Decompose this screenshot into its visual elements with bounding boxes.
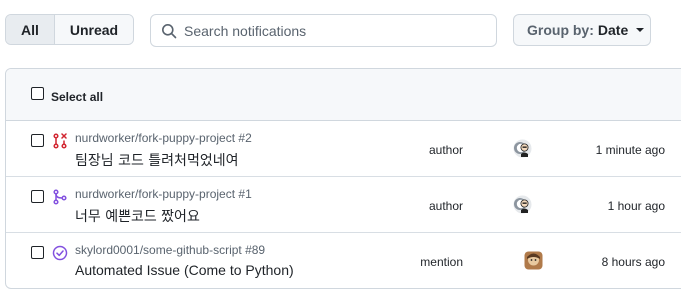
triangle-down-icon [636, 28, 645, 32]
repo-name[interactable]: skylord0001/some-github-script #89 [75, 243, 265, 257]
row-checkbox[interactable] [31, 134, 44, 147]
notification-title[interactable]: 너무 예쁜코드 짰어요 [75, 206, 200, 226]
notifications-list: Select all nurdworker/fork-puppy-project… [5, 68, 681, 289]
group-by-dropdown[interactable]: Group by: Date [513, 14, 651, 46]
repo-name[interactable]: nurdworker/fork-puppy-project #2 [75, 131, 252, 145]
notification-time: 8 hours ago [601, 255, 665, 269]
filter-all-button[interactable]: All [6, 15, 55, 44]
row-checkbox[interactable] [31, 246, 44, 259]
row-checkbox[interactable] [31, 190, 44, 203]
avatar-icon [513, 139, 532, 158]
notification-reason: author [428, 199, 463, 213]
notification-row[interactable]: skylord0001/some-github-script #89 Autom… [6, 233, 681, 288]
avatar-icon [513, 195, 532, 214]
search-box[interactable] [150, 14, 497, 47]
notification-time: 1 hour ago [607, 199, 665, 213]
repo-name[interactable]: nurdworker/fork-puppy-project #1 [75, 187, 252, 201]
group-by-value: Date [597, 22, 629, 38]
pull-request-closed-icon [52, 133, 68, 149]
notification-title[interactable]: Automated Issue (Come to Python) [75, 262, 294, 278]
notification-row[interactable]: nurdworker/fork-puppy-project #1 너무 예쁜코드… [6, 177, 681, 233]
select-all-label: Select all [51, 89, 104, 104]
read-filter: All Unread [5, 14, 134, 45]
notification-reason: mention [420, 255, 463, 269]
search-icon [161, 23, 177, 39]
notification-time: 1 minute ago [595, 143, 665, 157]
avatar-icon [524, 251, 543, 270]
filter-unread-button[interactable]: Unread [55, 15, 133, 44]
notification-title[interactable]: 팀장님 코드 틀려처먹었네여 [75, 150, 238, 170]
issue-closed-icon [52, 245, 68, 261]
group-by-label: Group by: [527, 22, 594, 38]
notification-reason: author [428, 143, 463, 157]
notification-row[interactable]: nurdworker/fork-puppy-project #2 팀장님 코드 … [6, 121, 681, 177]
pull-request-merged-icon [52, 189, 68, 205]
search-input[interactable] [184, 22, 484, 39]
select-all-checkbox[interactable] [31, 87, 44, 100]
list-header: Select all [6, 69, 681, 121]
